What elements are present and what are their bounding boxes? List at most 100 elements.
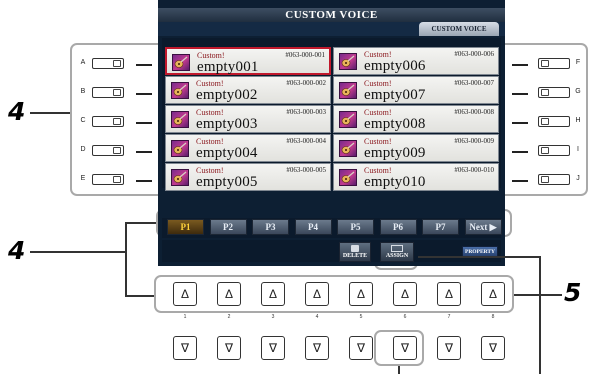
down-button[interactable]: ∇ xyxy=(261,336,285,360)
guitar-icon xyxy=(339,140,357,157)
down-button[interactable]: ∇ xyxy=(349,336,373,360)
up-arrow-icon: Δ xyxy=(312,287,321,301)
up-button[interactable]: Δ xyxy=(481,282,505,306)
page-tab[interactable]: P1 xyxy=(167,219,204,235)
voice-item[interactable]: Custom! #063-000-004 empty004 xyxy=(165,134,331,162)
up-arrow-icon: Δ xyxy=(180,287,189,301)
voice-number: #063-000-001 xyxy=(285,51,325,59)
side-button[interactable] xyxy=(538,58,570,69)
down-button[interactable]: ∇ xyxy=(437,336,461,360)
up-button[interactable]: Δ xyxy=(261,282,285,306)
side-leader xyxy=(136,151,152,153)
leader-line-bottom-vertical xyxy=(125,222,127,297)
side-label: E xyxy=(80,175,86,182)
voice-name: empty007 xyxy=(364,87,426,103)
side-button[interactable] xyxy=(92,145,124,156)
callout-number-bottom: 4 xyxy=(8,236,26,265)
voice-name: empty001 xyxy=(197,59,259,75)
up-arrow-icon: Δ xyxy=(400,287,409,301)
side-label: A xyxy=(80,59,86,66)
side-button[interactable] xyxy=(92,58,124,69)
side-label: I xyxy=(577,146,579,153)
voice-item[interactable]: Custom! #063-000-009 empty009 xyxy=(333,134,499,162)
side-button[interactable] xyxy=(538,116,570,127)
down-button[interactable]: ∇ xyxy=(393,336,417,360)
side-button[interactable] xyxy=(92,116,124,127)
page-tab[interactable]: P4 xyxy=(294,219,332,235)
guitar-icon xyxy=(172,54,190,71)
voice-number: #063-000-008 xyxy=(454,108,494,116)
side-leader xyxy=(512,93,528,95)
up-button[interactable]: Δ xyxy=(437,282,461,306)
down-arrow-icon: ∇ xyxy=(400,341,410,355)
up-button[interactable]: Δ xyxy=(393,282,417,306)
down-arrow-icon: ∇ xyxy=(488,341,498,355)
guitar-icon xyxy=(171,111,189,128)
side-button[interactable] xyxy=(538,145,570,156)
button-number: 6 xyxy=(403,314,407,320)
down-arrow-icon: ∇ xyxy=(224,341,234,355)
button-number: 1 xyxy=(183,314,187,320)
voice-name: empty006 xyxy=(364,58,426,74)
side-label: H xyxy=(575,117,581,124)
voice-name: empty004 xyxy=(196,145,258,161)
page-tab[interactable]: P5 xyxy=(337,219,374,235)
side-label: C xyxy=(80,117,86,124)
delete-button[interactable]: DELETE xyxy=(339,242,371,262)
voice-item[interactable]: Custom! #063-000-002 empty002 xyxy=(165,76,331,104)
voice-item[interactable]: Custom! #063-000-003 empty003 xyxy=(165,105,331,133)
assign-icon xyxy=(391,245,403,252)
down-button[interactable]: ∇ xyxy=(217,336,241,360)
up-button[interactable]: Δ xyxy=(217,282,241,306)
down-button[interactable]: ∇ xyxy=(173,336,197,360)
side-leader xyxy=(136,93,152,95)
up-arrow-icon: Δ xyxy=(224,287,233,301)
side-button[interactable] xyxy=(538,87,570,98)
voice-item[interactable]: Custom! #063-000-005 empty005 xyxy=(165,163,331,191)
guitar-icon xyxy=(339,53,357,70)
tab-custom-voice[interactable]: CUSTOM VOICE xyxy=(419,22,499,36)
down-button[interactable]: ∇ xyxy=(305,336,329,360)
voice-number: #063-000-002 xyxy=(286,79,326,87)
side-button[interactable] xyxy=(92,174,124,185)
leader-line-bottom-bottom xyxy=(125,295,154,297)
voice-item[interactable]: Custom! #063-000-006 empty006 xyxy=(333,47,499,75)
voice-name: empty005 xyxy=(196,174,258,190)
voice-number: #063-000-005 xyxy=(286,166,326,174)
action-bar xyxy=(162,240,501,262)
side-button[interactable] xyxy=(538,174,570,185)
voice-item[interactable]: Custom! #063-000-010 empty010 xyxy=(333,163,499,191)
screen-title: CUSTOM VOICE xyxy=(158,8,505,22)
side-label: G xyxy=(575,88,581,95)
side-label: F xyxy=(575,59,581,66)
side-leader xyxy=(512,180,528,182)
voice-number: #063-000-003 xyxy=(286,108,326,116)
up-button[interactable]: Δ xyxy=(349,282,373,306)
voice-name: empty010 xyxy=(364,174,426,190)
leader-line-assign-1 xyxy=(514,294,562,296)
side-label: D xyxy=(80,146,86,153)
leader-line-bottom-top xyxy=(125,222,156,224)
page-tab[interactable]: P2 xyxy=(209,219,247,235)
up-arrow-icon: Δ xyxy=(444,287,453,301)
down-arrow-icon: ∇ xyxy=(180,341,190,355)
page-tab[interactable]: P6 xyxy=(379,219,417,235)
page-tab[interactable]: Next ▶ xyxy=(464,219,502,235)
callout-number-side: 4 xyxy=(8,97,26,126)
down-button[interactable]: ∇ xyxy=(481,336,505,360)
side-button[interactable] xyxy=(92,87,124,98)
side-leader xyxy=(512,64,528,66)
voice-number: #063-000-010 xyxy=(454,166,494,174)
assign-button[interactable]: ASSIGN xyxy=(380,242,414,262)
button-number: 2 xyxy=(227,314,231,320)
voice-item[interactable]: Custom! #063-000-008 empty008 xyxy=(333,105,499,133)
side-leader xyxy=(136,180,152,182)
leader-line-bottom xyxy=(30,251,126,253)
voice-item[interactable]: Custom! #063-000-001 empty001 xyxy=(165,47,331,75)
page-tab[interactable]: P3 xyxy=(252,219,289,235)
voice-item[interactable]: Custom! #063-000-007 empty007 xyxy=(333,76,499,104)
up-button[interactable]: Δ xyxy=(305,282,329,306)
side-leader xyxy=(136,122,152,124)
page-tab[interactable]: P7 xyxy=(422,219,459,235)
up-button[interactable]: Δ xyxy=(173,282,197,306)
